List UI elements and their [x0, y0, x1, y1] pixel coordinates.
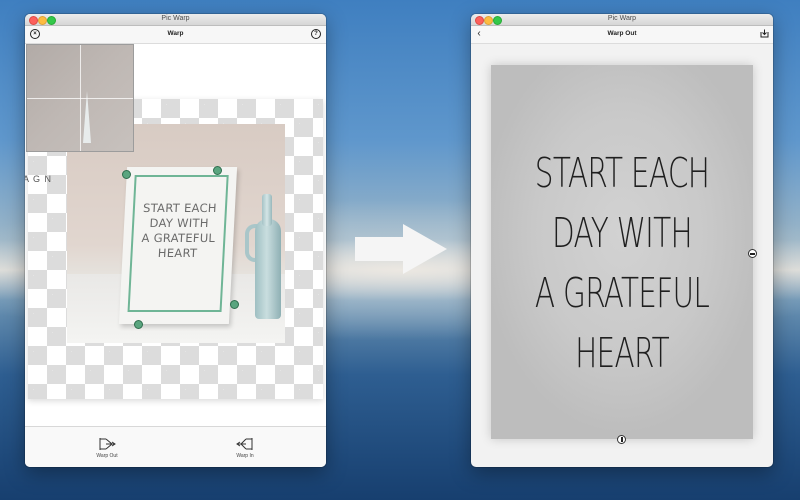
title-bar[interactable]: Pic Warp	[25, 14, 326, 26]
warp-window: Pic Warp × Warp ? START EACH DAY WITH A …	[25, 14, 326, 467]
save-download-icon[interactable]	[759, 29, 769, 39]
warp-in-button[interactable]: Warp In	[215, 437, 275, 459]
output-line-3: A GRATEFUL	[534, 269, 710, 317]
resize-handle-bottom[interactable]	[617, 435, 626, 444]
nav-bar: × Warp ?	[25, 26, 326, 44]
nav-bar: ‹ Warp Out	[471, 26, 773, 44]
corner-handle-bottom-left[interactable]	[134, 320, 143, 329]
vase	[255, 219, 281, 319]
output-text: START EACH DAY WITH A GRATEFUL HEART	[528, 143, 717, 383]
sign-line-4: HEART	[157, 246, 198, 260]
window-title: Pic Warp	[607, 15, 637, 22]
warp-out-window: Pic Warp ‹ Warp Out START EACH DAY WITH …	[471, 14, 773, 467]
loupe-crosshair-horizontal	[27, 98, 133, 99]
warp-canvas[interactable]: START EACH DAY WITH A GRATEFUL HEART A G…	[25, 44, 326, 427]
window-title: Pic Warp	[161, 15, 190, 22]
output-line-2: DAY WITH	[552, 209, 693, 257]
title-bar[interactable]: Pic Warp	[471, 14, 773, 26]
corner-handle-bottom-right[interactable]	[230, 300, 239, 309]
warp-in-label: Warp In	[236, 453, 254, 459]
nav-title: Warp Out	[607, 30, 637, 37]
sign-board: START EACH DAY WITH A GRATEFUL HEART	[118, 167, 238, 324]
warp-out-label: Warp Out	[96, 453, 118, 459]
warp-in-icon	[236, 438, 253, 450]
warp-out-icon	[99, 438, 116, 450]
output-line-4: HEART	[575, 329, 670, 377]
bottom-toolbar: Warp Out Warp In	[25, 426, 326, 467]
vase-neck	[262, 194, 272, 226]
resize-handle-right[interactable]	[748, 249, 757, 258]
warp-out-button[interactable]: Warp Out	[77, 437, 137, 459]
corner-handle-top-right[interactable]	[213, 166, 222, 175]
sign-line-1: START EACH	[142, 201, 218, 215]
warped-output-image: START EACH DAY WITH A GRATEFUL HEART	[491, 65, 753, 439]
corner-handle-top-left[interactable]	[122, 170, 131, 179]
help-icon[interactable]: ?	[311, 29, 321, 39]
source-photo: START EACH DAY WITH A GRATEFUL HEART	[67, 124, 285, 343]
loupe-edge-letters: A G N	[25, 174, 53, 184]
sign-line-2: DAY WITH	[149, 216, 210, 230]
output-line-1: START EACH	[534, 149, 710, 197]
sign-line-3: A GRATEFUL	[141, 231, 216, 245]
magnifier-loupe	[26, 44, 134, 152]
nav-title: Warp	[167, 30, 184, 37]
sign-text: START EACH DAY WITH A GRATEFUL HEART	[132, 201, 225, 261]
transform-arrow-icon	[355, 224, 447, 274]
